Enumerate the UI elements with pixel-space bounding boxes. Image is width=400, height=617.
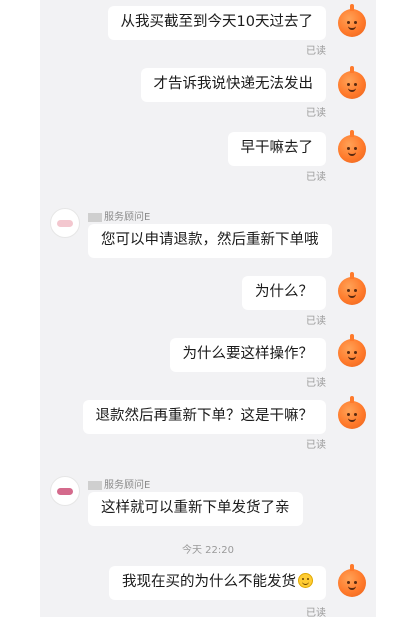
message-bubble[interactable]: 为什么？ — [242, 276, 326, 310]
message-row-outgoing: 早干嘛去了 已读 — [40, 128, 376, 183]
user-avatar[interactable] — [338, 396, 366, 429]
user-avatar[interactable] — [338, 66, 366, 99]
read-receipt: 已读 — [306, 378, 326, 389]
agent-avatar[interactable] — [50, 208, 80, 238]
user-avatar[interactable] — [338, 272, 366, 305]
user-avatar[interactable] — [338, 130, 366, 163]
chat-timestamp: 今天 22:20 — [182, 545, 234, 556]
chat-panel: 从我买截至到今天10天过去了 已读 才告诉我说快递无法发出 已读 早干嘛去了 已… — [40, 0, 376, 617]
message-row-incoming: 服务顾问E 这样就可以重新下单发货了亲 — [40, 470, 376, 534]
message-bubble[interactable]: 才告诉我说快递无法发出 — [140, 68, 326, 102]
message-bubble[interactable]: 为什么要这样操作？ — [169, 338, 326, 372]
read-receipt: 已读 — [306, 316, 326, 327]
message-row-incoming: 服务顾问E 您可以申请退款，然后重新下单哦 — [40, 202, 376, 266]
message-bubble[interactable]: 早干嘛去了 — [227, 132, 326, 166]
sender-name: 服务顾问E — [88, 208, 150, 223]
read-receipt: 已读 — [306, 46, 326, 57]
message-row-outgoing: 为什么？ 已读 — [40, 272, 376, 327]
message-text: 我现在买的为什么不能发货 — [122, 574, 296, 590]
user-avatar[interactable] — [338, 4, 366, 37]
message-row-outgoing: 才告诉我说快递无法发出 已读 — [40, 64, 376, 119]
user-avatar[interactable] — [338, 564, 366, 597]
smile-emoji-icon — [298, 573, 313, 588]
read-receipt: 已读 — [306, 440, 326, 451]
message-bubble[interactable]: 我现在买的为什么不能发货 — [109, 566, 326, 600]
read-receipt: 已读 — [306, 172, 326, 183]
message-bubble[interactable]: 这样就可以重新下单发货了亲 — [88, 492, 303, 526]
user-avatar[interactable] — [338, 334, 366, 367]
message-row-outgoing: 退款然后再重新下单？这是干嘛？ 已读 — [40, 396, 376, 451]
message-bubble[interactable]: 退款然后再重新下单？这是干嘛？ — [82, 400, 326, 434]
read-receipt: 已读 — [306, 608, 326, 617]
message-bubble[interactable]: 从我买截至到今天10天过去了 — [107, 6, 326, 40]
read-receipt: 已读 — [306, 108, 326, 119]
sender-name: 服务顾问E — [88, 476, 150, 491]
message-bubble[interactable]: 您可以申请退款，然后重新下单哦 — [88, 224, 332, 258]
message-row-outgoing: 为什么要这样操作？ 已读 — [40, 334, 376, 389]
agent-avatar[interactable] — [50, 476, 80, 506]
message-row-outgoing: 从我买截至到今天10天过去了 已读 — [40, 2, 376, 57]
message-row-outgoing: 我现在买的为什么不能发货 已读 — [40, 562, 376, 617]
